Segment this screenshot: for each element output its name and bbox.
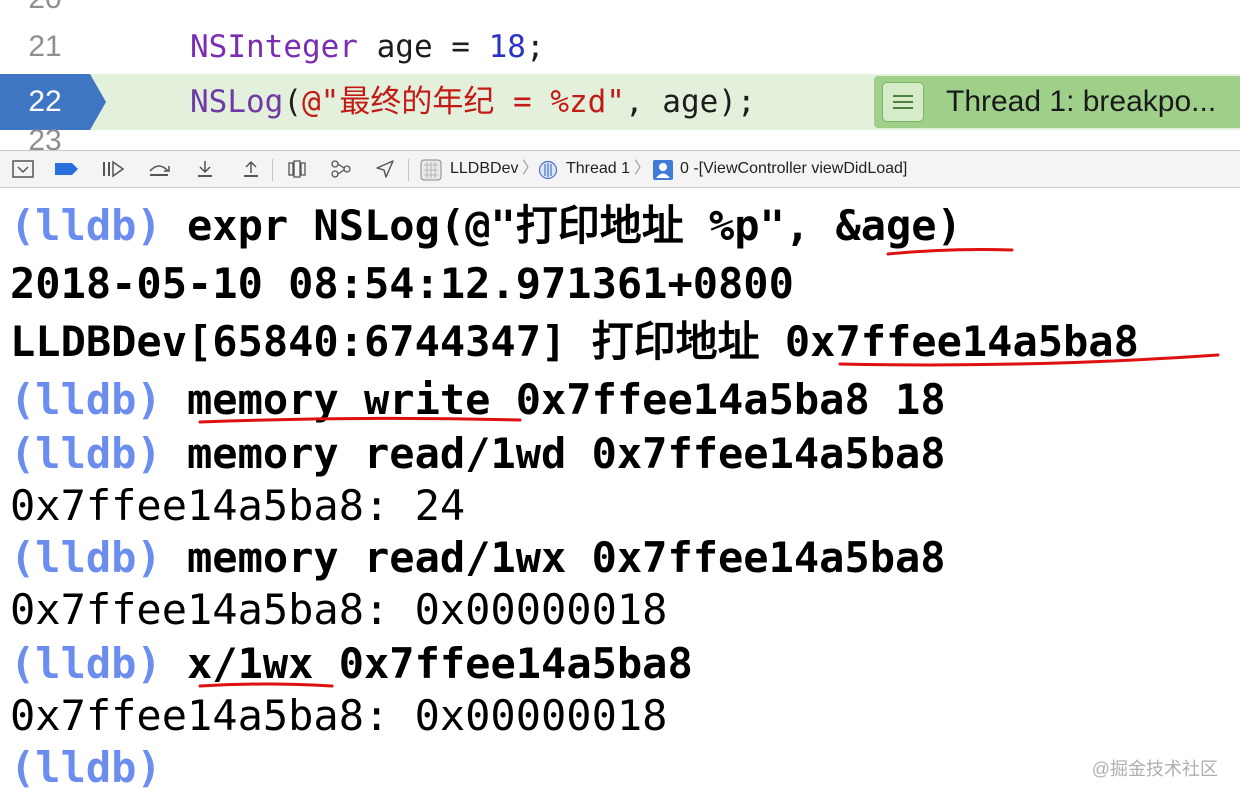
code-plain: ;	[525, 29, 545, 65]
watermark: @掘金技术社区	[1091, 759, 1218, 779]
chevron-right-icon: 〉	[634, 160, 651, 177]
app-icon[interactable]	[420, 159, 442, 181]
step-over-icon	[149, 165, 170, 176]
number-literal: 18	[488, 29, 526, 65]
underline-annotations	[198, 248, 1220, 688]
code-plain: (	[283, 84, 302, 120]
continue-button[interactable]	[100, 157, 126, 181]
breadcrumb-thread[interactable]: Thread 1	[566, 151, 630, 187]
line-number[interactable]: 23	[0, 116, 90, 150]
line-number[interactable]: 20	[0, 0, 90, 24]
thread-icon[interactable]	[538, 160, 558, 180]
breadcrumb-frame[interactable]: 0 -[ViewController viewDidLoad]	[680, 151, 907, 187]
location-arrow-icon	[376, 160, 394, 178]
code-plain: , age);	[624, 84, 756, 120]
string-literal: @"最终的年纪 = %zd"	[302, 84, 625, 120]
step-out-button[interactable]	[238, 157, 264, 181]
debug-area-toggle-icon	[12, 160, 34, 178]
underline-memory-write	[198, 416, 522, 424]
separator	[272, 159, 273, 181]
function-name: NSLog	[190, 84, 284, 120]
user-frame-icon[interactable]	[652, 159, 674, 181]
lldb-console[interactable]: (lldb) expr NSLog(@"打印地址 %p", &age) 2018…	[0, 190, 1240, 799]
debug-memory-graph-button[interactable]	[328, 157, 354, 181]
code-line-22-current[interactable]: 22 NSLog(@"最终的年纪 = %zd", age); Thread 1:…	[0, 74, 1240, 130]
code-editor[interactable]: 20 21 NSInteger age = 18; 22 NSLog(@"最终的…	[0, 0, 1240, 150]
underline-age	[886, 248, 1014, 256]
hide-debug-area-button[interactable]	[10, 157, 36, 181]
code-text: NSLog(@"最终的年纪 = %zd", age);	[190, 74, 756, 130]
debug-bar: LLDBDev 〉 Thread 1 〉 0 -[ViewController …	[0, 150, 1240, 188]
list-icon	[882, 82, 924, 122]
breakpoint-annotation[interactable]: Thread 1: breakpo...	[874, 76, 1240, 128]
code-line-20[interactable]: 20	[0, 0, 1240, 24]
step-over-button[interactable]	[146, 157, 172, 181]
debug-view-hierarchy-button[interactable]	[284, 157, 310, 181]
separator	[408, 159, 409, 181]
underline-x-command	[198, 682, 334, 688]
line-number[interactable]: 21	[0, 22, 90, 72]
simulate-location-button[interactable]	[372, 157, 398, 181]
breakpoints-toggle-button[interactable]	[54, 157, 80, 181]
memory-graph-icon	[331, 160, 351, 178]
view-hierarchy-icon	[288, 160, 306, 178]
continue-icon	[103, 160, 125, 178]
code-plain: age =	[357, 29, 489, 65]
step-into-button[interactable]	[192, 157, 218, 181]
code-line-23[interactable]: 23	[0, 124, 1240, 150]
code-line-21[interactable]: 21 NSInteger age = 18;	[0, 22, 1240, 72]
step-out-icon	[244, 160, 258, 177]
code-text: NSInteger age = 18;	[190, 22, 545, 72]
step-into-icon	[198, 161, 212, 177]
underline-address	[838, 353, 1220, 367]
breakpoint-annotation-label: Thread 1: breakpo...	[946, 85, 1217, 118]
breakpoint-icon	[55, 163, 78, 175]
chevron-right-icon: 〉	[522, 160, 539, 177]
breadcrumb-app[interactable]: LLDBDev	[450, 151, 518, 187]
type-keyword: NSInteger	[190, 29, 358, 65]
